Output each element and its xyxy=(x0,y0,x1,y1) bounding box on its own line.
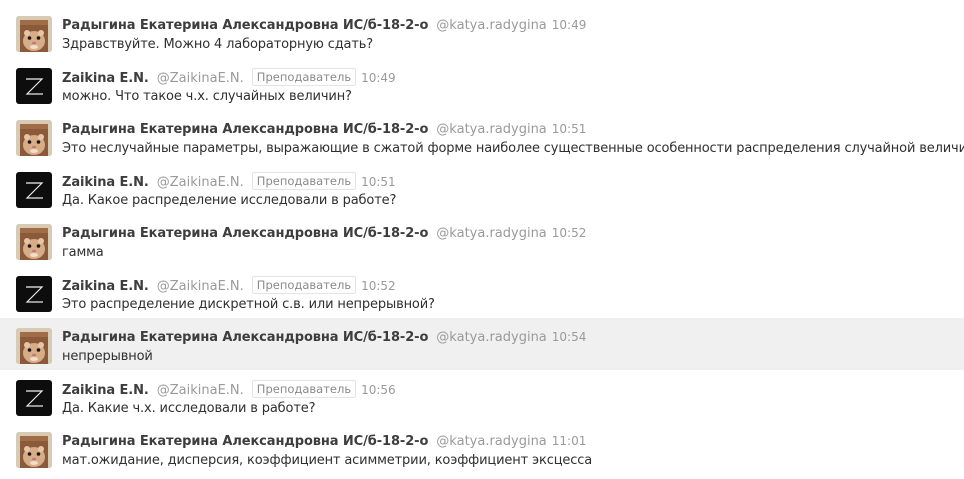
message-header: Радыгина Екатерина Александровна ИС/б-18… xyxy=(62,225,586,242)
message-time[interactable]: 10:52 xyxy=(361,278,396,294)
hamster-avatar[interactable] xyxy=(16,120,52,156)
role-badge: Преподаватель xyxy=(251,172,357,190)
author-name[interactable]: Радыгина Екатерина Александровна ИС/б-18… xyxy=(62,18,428,34)
message-item[interactable]: Zaikina E.N. @ZaikinaE.N. Преподаватель … xyxy=(0,370,964,422)
hamster-avatar[interactable] xyxy=(16,432,52,468)
z-logo-avatar[interactable] xyxy=(16,380,52,416)
author-name[interactable]: Zaikina E.N. xyxy=(62,383,149,399)
author-name[interactable]: Радыгина Екатерина Александровна ИС/б-18… xyxy=(62,122,428,138)
message-header: Zaikina E.N. @ZaikinaE.N. Преподаватель … xyxy=(62,380,396,399)
message-item[interactable]: Zaikina E.N. @ZaikinaE.N. Преподаватель … xyxy=(0,58,964,110)
message-text: Да. Какое распределение исследовали в ра… xyxy=(62,193,397,208)
message-header: Zaikina E.N. @ZaikinaE.N. Преподаватель … xyxy=(62,172,396,191)
message-time[interactable]: 10:51 xyxy=(361,174,396,190)
message-text: Да. Какие ч.х. исследовали в работе? xyxy=(62,401,316,416)
message-header: Радыгина Екатерина Александровна ИС/б-18… xyxy=(62,329,586,346)
author-name[interactable]: Радыгина Екатерина Александровна ИС/б-18… xyxy=(62,330,428,346)
message-header: Zaikina E.N. @ZaikinaE.N. Преподаватель … xyxy=(62,68,396,87)
message-time[interactable]: 10:56 xyxy=(361,382,396,398)
hamster-avatar[interactable] xyxy=(16,16,52,52)
author-username[interactable]: @katya.radygina xyxy=(436,122,546,138)
author-name[interactable]: Zaikina E.N. xyxy=(62,175,149,191)
role-badge: Преподаватель xyxy=(251,380,357,398)
message-time[interactable]: 10:52 xyxy=(552,225,587,241)
message-header: Zaikina E.N. @ZaikinaE.N. Преподаватель … xyxy=(62,276,396,295)
author-username[interactable]: @katya.radygina xyxy=(436,330,546,346)
author-username[interactable]: @ZaikinaE.N. xyxy=(157,383,244,399)
message-time[interactable]: 11:01 xyxy=(552,433,587,449)
author-name[interactable]: Радыгина Екатерина Александровна ИС/б-18… xyxy=(62,434,428,450)
role-badge: Преподаватель xyxy=(251,68,357,86)
message-time[interactable]: 10:49 xyxy=(361,70,396,86)
author-name[interactable]: Zaikina E.N. xyxy=(62,279,149,295)
author-username[interactable]: @ZaikinaE.N. xyxy=(157,71,244,87)
author-username[interactable]: @katya.radygina xyxy=(436,226,546,242)
z-logo-avatar[interactable] xyxy=(16,68,52,104)
message-item[interactable]: Радыгина Екатерина Александровна ИС/б-18… xyxy=(0,422,964,474)
author-name[interactable]: Радыгина Екатерина Александровна ИС/б-18… xyxy=(62,226,428,242)
message-text: Это неслучайные параметры, выражающие в … xyxy=(62,141,964,156)
message-time[interactable]: 10:51 xyxy=(552,121,587,137)
role-badge: Преподаватель xyxy=(251,276,357,294)
message-text: Здравствуйте. Можно 4 лабораторную сдать… xyxy=(62,37,374,52)
author-name[interactable]: Zaikina E.N. xyxy=(62,71,149,87)
message-item[interactable]: Zaikina E.N. @ZaikinaE.N. Преподаватель … xyxy=(0,162,964,214)
message-text: непрерывной xyxy=(62,349,153,364)
hamster-avatar[interactable] xyxy=(16,224,52,260)
message-item[interactable]: Радыгина Екатерина Александровна ИС/б-18… xyxy=(0,6,964,58)
message-text: можно. Что такое ч.х. случайных величин? xyxy=(62,89,352,104)
message-header: Радыгина Екатерина Александровна ИС/б-18… xyxy=(62,121,586,138)
message-feed: Радыгина Екатерина Александровна ИС/б-18… xyxy=(0,0,964,474)
message-header: Радыгина Екатерина Александровна ИС/б-18… xyxy=(62,433,586,450)
message-item[interactable]: Радыгина Екатерина Александровна ИС/б-18… xyxy=(0,318,964,370)
message-text: гамма xyxy=(62,245,104,260)
message-item[interactable]: Zaikina E.N. @ZaikinaE.N. Преподаватель … xyxy=(0,266,964,318)
z-logo-avatar[interactable] xyxy=(16,276,52,312)
message-item[interactable]: Радыгина Екатерина Александровна ИС/б-18… xyxy=(0,110,964,162)
hamster-avatar[interactable] xyxy=(16,328,52,364)
message-text: мат.ожидание, дисперсия, коэффициент аси… xyxy=(62,453,593,468)
message-item[interactable]: Радыгина Екатерина Александровна ИС/б-18… xyxy=(0,214,964,266)
author-username[interactable]: @ZaikinaE.N. xyxy=(157,175,244,191)
z-logo-avatar[interactable] xyxy=(16,172,52,208)
author-username[interactable]: @ZaikinaE.N. xyxy=(157,279,244,295)
message-text: Это распределение дискретной с.в. или не… xyxy=(62,297,435,312)
message-header: Радыгина Екатерина Александровна ИС/б-18… xyxy=(62,17,586,34)
author-username[interactable]: @katya.radygina xyxy=(436,18,546,34)
author-username[interactable]: @katya.radygina xyxy=(436,434,546,450)
message-time[interactable]: 10:54 xyxy=(552,329,587,345)
message-time[interactable]: 10:49 xyxy=(552,17,587,33)
